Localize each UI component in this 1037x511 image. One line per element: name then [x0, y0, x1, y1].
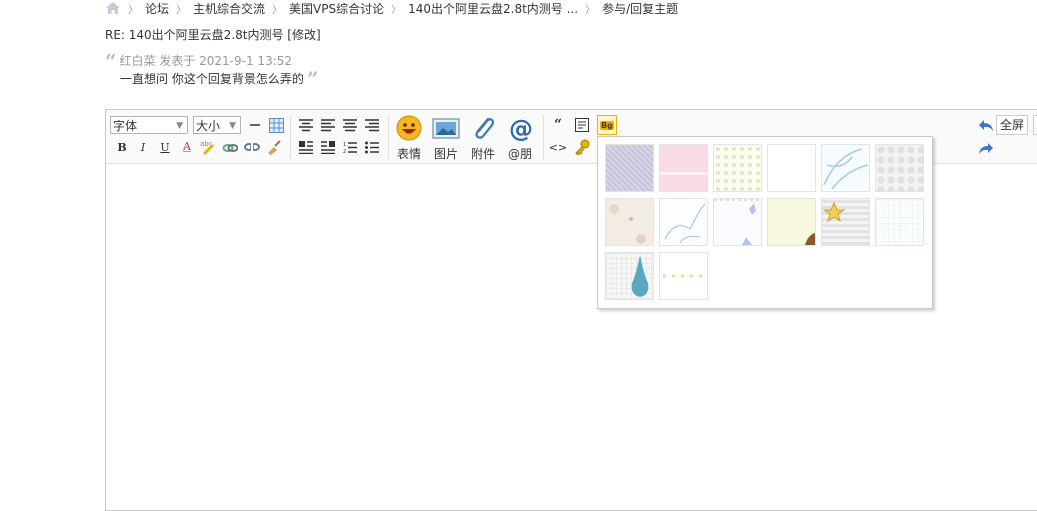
at-icon: @: [509, 115, 533, 143]
key-icon[interactable]: [574, 139, 590, 155]
bg-swatch-dotted-frame[interactable]: [659, 252, 708, 300]
smiley-icon: [396, 115, 422, 141]
bg-swatch-blue-floral[interactable]: [821, 144, 870, 192]
quote-block: “ 红白菜 发表于 2021-9-1 13:52 一直想问 你这个回复背景怎么弄…: [105, 48, 319, 91]
free-text-icon[interactable]: [574, 117, 590, 133]
image-label: 图片: [433, 147, 458, 161]
float-right-icon[interactable]: [320, 139, 336, 155]
bg-swatch-striped-star[interactable]: [821, 198, 870, 246]
toolbar-divider: [543, 115, 544, 159]
clear-format-icon[interactable]: [266, 139, 282, 155]
italic-button[interactable]: I: [135, 139, 151, 155]
bg-swatch-butterfly-border[interactable]: [713, 198, 762, 246]
align-center-icon[interactable]: [342, 117, 358, 133]
font-size-select[interactable]: 大小 ▼: [193, 116, 241, 134]
breadcrumb: 〉 论坛 〉 主机综合交流 〉 美国VPS综合讨论 〉 140出个阿里云盘2.8…: [105, 0, 678, 16]
quote-button[interactable]: “: [550, 117, 566, 133]
breadcrumb-reply: 参与/回复主题: [602, 1, 679, 16]
breadcrumb-forum[interactable]: 论坛: [145, 0, 169, 17]
image-icon: [432, 118, 460, 139]
background-button[interactable]: Bg: [597, 115, 617, 135]
horizontal-rule-icon[interactable]: [247, 117, 263, 133]
svg-text:1: 1: [343, 142, 346, 148]
breadcrumb-us-vps[interactable]: 美国VPS综合讨论: [289, 0, 384, 17]
close-quote-icon: ”: [306, 66, 319, 91]
home-icon[interactable]: [105, 1, 121, 15]
breadcrumb-separator: 〉: [585, 4, 596, 16]
undo-icon[interactable]: [978, 117, 994, 133]
svg-text:@: @: [509, 115, 533, 141]
quote-text: 一直想问 你这个回复背景怎么弄的: [120, 72, 304, 86]
underline-button[interactable]: U: [157, 139, 173, 155]
bg-swatch-water-drop[interactable]: [605, 252, 654, 300]
highlight-icon[interactable]: abc: [200, 139, 216, 155]
link-icon[interactable]: [222, 139, 238, 155]
bg-swatch-yellow-frame[interactable]: [767, 198, 816, 246]
unordered-list-icon[interactable]: [364, 139, 380, 155]
toolbar-divider: [290, 115, 291, 159]
float-left-icon[interactable]: [298, 139, 314, 155]
emoji-button[interactable]: 表情: [393, 115, 425, 162]
breadcrumb-separator: 〉: [391, 4, 402, 16]
font-family-value: 字体: [113, 119, 138, 133]
svg-text:2: 2: [343, 149, 346, 154]
more-button[interactable]: [1033, 115, 1037, 135]
align-left-icon[interactable]: [298, 117, 314, 133]
bg-swatch-plain-white[interactable]: [767, 144, 816, 192]
chevron-down-icon: ▼: [176, 121, 183, 131]
image-button[interactable]: 图片: [430, 115, 462, 162]
font-family-select[interactable]: 字体 ▼: [110, 116, 188, 134]
table-icon[interactable]: [268, 117, 284, 133]
bg-icon: Bg: [600, 120, 614, 130]
bg-swatch-lavender-weave[interactable]: [605, 144, 654, 192]
breadcrumb-separator: 〉: [176, 4, 187, 16]
background-picker-popup: [597, 136, 933, 309]
bold-button[interactable]: B: [114, 139, 130, 155]
align-justify-icon[interactable]: [320, 117, 336, 133]
font-size-value: 大小: [196, 119, 221, 133]
unlink-icon[interactable]: [244, 139, 260, 155]
bg-swatch-pink-lace[interactable]: [659, 144, 708, 192]
attachment-button[interactable]: 附件: [467, 115, 499, 162]
open-quote-icon: “: [105, 48, 117, 73]
breadcrumb-thread[interactable]: 140出个阿里云盘2.8t内测号 ...: [408, 0, 578, 17]
code-button[interactable]: <>: [549, 139, 567, 155]
mention-label: @朋: [507, 147, 532, 161]
align-right-icon[interactable]: [364, 117, 380, 133]
paperclip-icon: [475, 117, 495, 139]
toolbar-divider: [388, 115, 389, 159]
ordered-list-icon[interactable]: 12: [342, 139, 358, 155]
chevron-down-icon: ▼: [229, 121, 236, 131]
reply-title[interactable]: RE: 140出个阿里云盘2.8t内测号 [修改]: [105, 26, 321, 43]
bg-swatch-beige-floral[interactable]: [605, 198, 654, 246]
breadcrumb-separator: 〉: [272, 4, 283, 16]
attachment-label: 附件: [470, 147, 495, 161]
bg-swatch-grey-lace[interactable]: [875, 144, 924, 192]
emoji-label: 表情: [396, 147, 421, 161]
fullscreen-button[interactable]: 全屏: [996, 115, 1029, 135]
mention-button[interactable]: @ @朋: [504, 115, 536, 162]
redo-icon[interactable]: [978, 140, 994, 156]
font-color-button[interactable]: A: [179, 138, 195, 154]
bg-swatch-cream-dots[interactable]: [713, 144, 762, 192]
bg-swatch-cyan-grid[interactable]: [875, 198, 924, 246]
breadcrumb-separator: 〉: [128, 4, 138, 16]
bg-swatch-blue-ink-floral[interactable]: [659, 198, 708, 246]
breadcrumb-host-discussion[interactable]: 主机综合交流: [193, 0, 265, 17]
quote-meta: 红白菜 发表于 2021-9-1 13:52: [119, 54, 293, 68]
